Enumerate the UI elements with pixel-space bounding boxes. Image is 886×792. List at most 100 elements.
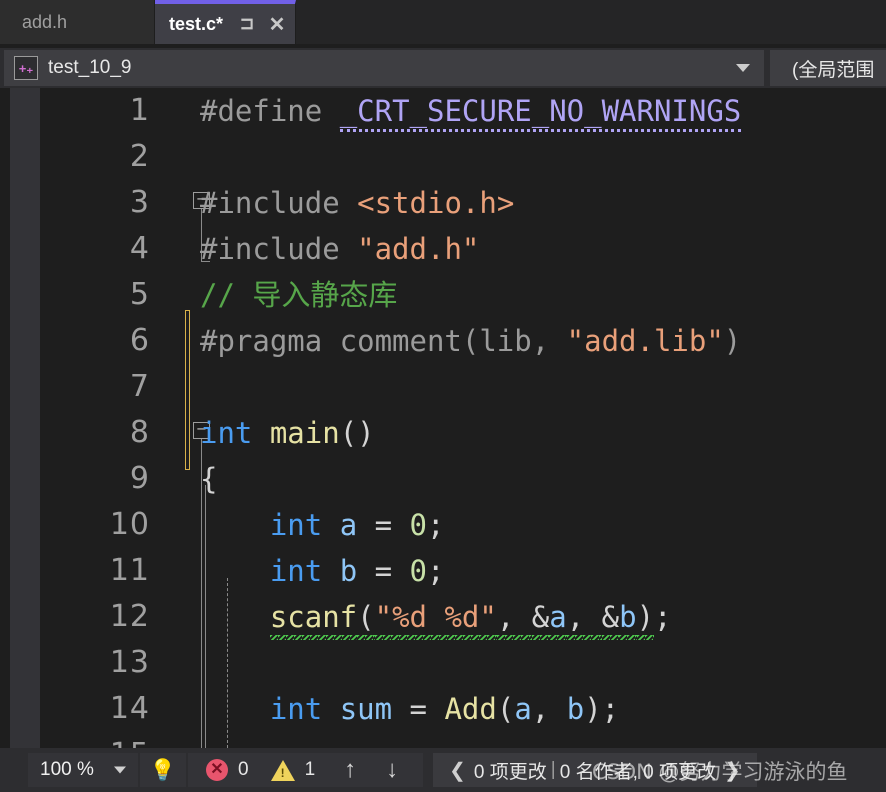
line-number: 7 <box>129 369 150 404</box>
previous-issue-button[interactable]: ↑ <box>329 756 371 784</box>
code-line-text: scanf("%d %d", &a, &b); <box>200 594 672 640</box>
pin-icon[interactable]: ⊐ <box>237 13 257 35</box>
line-number: 1 <box>129 93 150 128</box>
warning-count-label: 1 <box>304 759 316 780</box>
next-issue-button[interactable]: ↓ <box>371 756 413 784</box>
code-token: scanf <box>269 600 358 640</box>
quick-actions-button[interactable]: 💡 <box>140 753 186 787</box>
code-line[interactable]: 14 int sum = Add(a, b); <box>40 686 886 732</box>
code-line[interactable]: 3 #include <stdio.h> <box>40 180 886 226</box>
code-token: #define <box>200 94 340 128</box>
editor-tab-strip: add.h test.c* ⊐ ✕ <box>0 0 886 44</box>
code-token: ( <box>357 600 375 640</box>
code-token: ) <box>636 600 655 640</box>
code-line[interactable]: 12 scanf("%d %d", &a, &b); <box>40 594 886 640</box>
code-line[interactable]: 6 #pragma comment(lib, "add.lib") <box>40 318 886 364</box>
code-line[interactable]: 10 int a = 0; <box>40 502 886 548</box>
code-surface[interactable]: − − 1 #define _CRT_SECURE_NO_WARNINGS 2 3 #i… <box>40 88 886 748</box>
code-line[interactable]: 1 #define _CRT_SECURE_NO_WARNINGS <box>40 88 886 134</box>
code-token: <stdio.h> <box>357 186 515 220</box>
code-token: = <box>357 554 410 588</box>
zoom-level-dropdown[interactable]: 100 % <box>28 753 138 787</box>
code-token: = <box>392 692 445 726</box>
close-icon[interactable]: ✕ <box>267 13 287 36</box>
error-count-group[interactable]: ✕ 0 <box>206 759 249 781</box>
tab-test-c[interactable]: test.c* ⊐ ✕ <box>155 0 297 44</box>
warning-icon <box>270 759 295 781</box>
code-lines-container: 1 #define _CRT_SECURE_NO_WARNINGS 2 3 #inclu… <box>40 88 886 748</box>
code-token: & <box>531 600 550 640</box>
code-token: { <box>200 462 218 496</box>
chevron-left-icon[interactable]: ❮ <box>449 758 466 783</box>
code-line-text: #pragma comment(lib, "add.lib") <box>200 318 741 364</box>
line-number: 9 <box>129 461 150 496</box>
warning-count-group[interactable]: 1 <box>270 759 316 781</box>
code-token: sum <box>339 692 393 726</box>
error-count-label: 0 <box>238 759 249 780</box>
code-token: int <box>269 692 340 726</box>
line-number: 12 <box>109 599 150 634</box>
code-line[interactable]: 11 int b = 0; <box>40 548 886 594</box>
code-line-text: #include <stdio.h> <box>200 180 514 226</box>
code-token: , <box>566 600 602 640</box>
code-token: = <box>357 508 410 542</box>
code-editor[interactable]: − − 1 #define _CRT_SECURE_NO_WARNINGS 2 3 #i… <box>0 88 886 748</box>
chevron-down-icon[interactable] <box>114 766 126 774</box>
scope-label: (全局范围 <box>792 59 875 81</box>
code-line-text: // 导入静态库 <box>200 272 397 318</box>
code-token: main <box>269 416 340 450</box>
code-line-text: int b = 0; <box>200 548 445 594</box>
line-number: 14 <box>109 691 150 726</box>
code-token: & <box>601 600 620 640</box>
code-line[interactable]: 5 // 导入静态库 <box>40 272 886 318</box>
line-number: 5 <box>129 277 150 312</box>
code-lens-changes-panel[interactable]: ❮ 0 项更改 | 0 名作者, 0 项更改 ❯ <box>433 753 757 787</box>
code-token: , <box>531 692 567 726</box>
code-token: ( <box>496 692 515 726</box>
code-token: int <box>269 508 340 542</box>
tab-add-h[interactable]: add.h <box>0 0 155 44</box>
code-token: b <box>566 692 585 726</box>
project-selector-dropdown[interactable]: +₊ test_10_9 <box>4 50 764 86</box>
code-token: 0 <box>409 554 428 588</box>
changes-count-label: 0 项更改 <box>473 761 547 783</box>
code-line[interactable]: 2 <box>40 134 886 180</box>
line-number: 11 <box>109 553 150 588</box>
code-token: ; <box>601 692 620 726</box>
error-warning-panel: ✕ 0 1 ↑ ↓ <box>188 753 424 787</box>
code-line-text: int sum = Add(a, b); <box>200 686 619 732</box>
code-line[interactable]: 15 <box>40 732 886 748</box>
error-icon: ✕ <box>206 759 228 781</box>
line-number: 6 <box>129 323 150 358</box>
indicator-margin[interactable] <box>10 88 40 748</box>
chevron-right-icon[interactable]: ❯ <box>724 758 741 783</box>
code-token: _CRT_SECURE_NO_WARNINGS <box>339 94 742 132</box>
code-line[interactable]: 13 <box>40 640 886 686</box>
line-number: 3 <box>129 185 150 220</box>
code-line[interactable]: 8 int main() <box>40 410 886 456</box>
codelens-separator: | <box>550 759 556 780</box>
project-name-label: test_10_9 <box>48 57 132 78</box>
code-line[interactable]: 4 #include "add.h" <box>40 226 886 272</box>
active-tab-underline-cover <box>155 40 296 44</box>
chevron-down-icon[interactable] <box>736 64 750 72</box>
authors-label: 0 名作者, 0 项更改 <box>559 761 716 783</box>
line-number: 4 <box>129 231 150 266</box>
line-number: 13 <box>109 645 150 680</box>
code-token: "add.lib" <box>566 324 724 358</box>
code-line-text: int a = 0; <box>200 502 445 548</box>
code-token: () <box>339 416 375 450</box>
breakpoint-margin[interactable] <box>0 88 10 748</box>
tab-label: add.h <box>22 11 68 32</box>
code-token: // 导入静态库 <box>200 278 398 312</box>
scope-selector-dropdown[interactable]: (全局范围 <box>770 50 886 86</box>
code-token: "add.h" <box>357 232 480 266</box>
code-token: ) <box>584 692 602 726</box>
line-number: 2 <box>129 139 150 174</box>
code-token: b <box>339 554 358 588</box>
code-token: int <box>200 416 270 450</box>
code-token: a <box>514 692 532 726</box>
code-line[interactable]: 9{ <box>40 456 886 502</box>
code-line[interactable]: 7 <box>40 364 886 410</box>
